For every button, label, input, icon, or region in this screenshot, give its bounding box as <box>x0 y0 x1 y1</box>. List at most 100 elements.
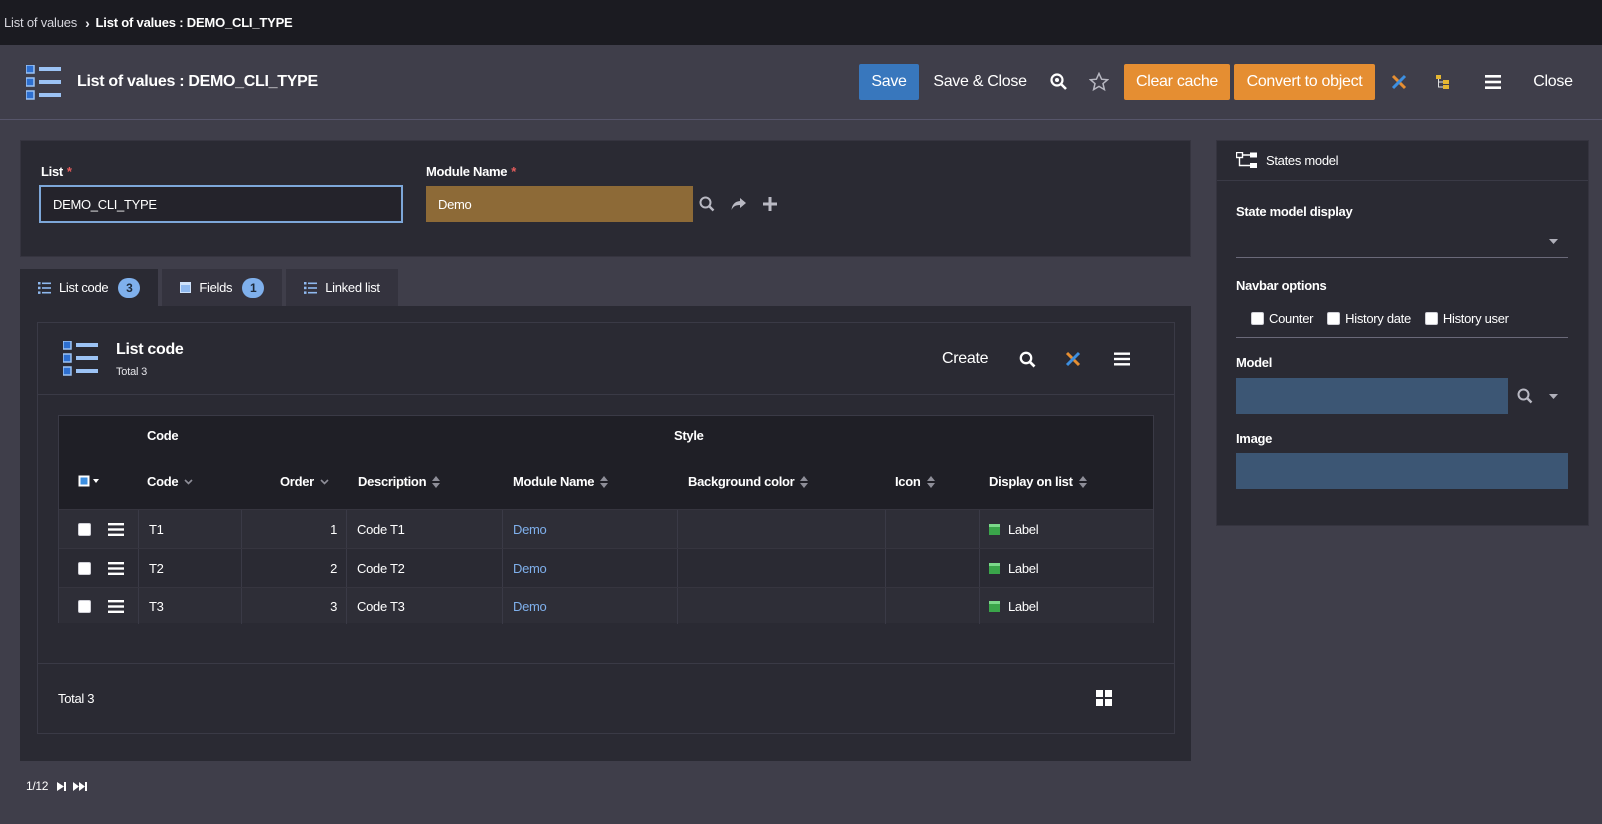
section-subtitle: Total 3 <box>116 366 148 378</box>
table-row[interactable]: T3 3 Code T3 Demo Label <box>59 587 1153 624</box>
table-header: Code Style Code Order Description Module… <box>59 416 1153 509</box>
history-date-option[interactable]: History date <box>1327 311 1411 326</box>
model-field[interactable] <box>1236 378 1508 414</box>
cell-order: 3 <box>330 598 337 614</box>
row-menu-icon[interactable] <box>108 549 124 587</box>
cell-module-link[interactable]: Demo <box>513 510 547 548</box>
save-close-button[interactable]: Save & Close <box>930 64 1030 100</box>
chevron-down-icon[interactable] <box>1543 386 1563 406</box>
sort-icon <box>1078 475 1087 488</box>
tree-icon[interactable] <box>1431 70 1455 94</box>
chevron-right-icon: › <box>85 14 90 31</box>
tools-icon[interactable] <box>1387 70 1411 94</box>
last-record-icon[interactable] <box>73 781 88 792</box>
list-icon <box>25 64 62 104</box>
model-label: Model <box>1236 355 1273 370</box>
counter-option[interactable]: Counter <box>1251 311 1313 326</box>
zoom-search-icon[interactable] <box>1047 70 1071 94</box>
label-icon <box>989 600 1000 612</box>
menu-icon[interactable] <box>1112 349 1132 369</box>
pager-position: 1/12 <box>26 779 49 793</box>
sort-icon <box>926 475 935 488</box>
breadcrumb-parent-link[interactable]: List of values <box>4 15 77 30</box>
form-panel: List * DEMO_CLI_TYPE Module Name * Demo <box>20 140 1191 257</box>
list-icon <box>304 281 318 294</box>
star-icon[interactable] <box>1087 70 1111 94</box>
group-header-code: Code <box>147 428 179 443</box>
cell-module-link[interactable]: Demo <box>513 588 547 624</box>
states-model-header: States model <box>1217 141 1588 181</box>
column-header-icon[interactable]: Icon <box>895 474 935 489</box>
cell-display-on-list: Label <box>989 549 1039 587</box>
list-label: List * <box>41 164 72 179</box>
share-icon[interactable] <box>729 194 749 214</box>
list-icon <box>63 341 98 376</box>
grid-view-icon[interactable] <box>1094 688 1114 708</box>
list-icon <box>38 281 51 294</box>
column-header-code[interactable]: Code <box>147 474 193 489</box>
column-header-description[interactable]: Description <box>358 474 441 489</box>
tab-linked-list[interactable]: Linked list <box>286 269 398 306</box>
column-header-module-name[interactable]: Module Name <box>513 474 609 489</box>
column-header-order[interactable]: Order <box>280 474 329 489</box>
chevron-down-icon <box>1549 239 1558 244</box>
list-code-footer: Total 3 <box>38 663 1174 733</box>
state-model-display-select[interactable] <box>1236 225 1568 257</box>
tab-fields[interactable]: Fields 1 <box>162 269 283 306</box>
create-button[interactable]: Create <box>942 350 989 368</box>
next-record-icon[interactable] <box>56 781 67 792</box>
cell-code: T2 <box>149 560 164 576</box>
group-header-style: Style <box>674 428 704 443</box>
tab-bar: List code 3 Fields 1 Linked list <box>20 269 402 306</box>
cell-module-link[interactable]: Demo <box>513 549 547 587</box>
row-checkbox[interactable] <box>78 549 91 587</box>
cell-order: 2 <box>330 560 337 576</box>
cell-code: T1 <box>149 521 164 537</box>
search-icon[interactable] <box>1515 386 1535 406</box>
row-checkbox[interactable] <box>78 588 91 624</box>
cell-code: T3 <box>149 598 164 614</box>
save-button[interactable]: Save <box>859 64 919 100</box>
list-code-header: List code Total 3 Create <box>38 323 1174 395</box>
states-model-icon <box>1236 152 1257 168</box>
table-row[interactable]: T1 1 Code T1 Demo Label <box>59 509 1153 548</box>
search-icon[interactable] <box>697 194 717 214</box>
cell-display-on-list: Label <box>989 588 1039 624</box>
page-header: List of values : DEMO_CLI_TYPE Save Save… <box>0 45 1602 120</box>
list-code-table: Code Style Code Order Description Module… <box>58 415 1154 624</box>
row-menu-icon[interactable] <box>108 588 124 624</box>
section-title: List code <box>116 341 184 358</box>
image-label: Image <box>1236 431 1273 446</box>
close-button[interactable]: Close <box>1528 64 1578 100</box>
cell-display-on-list: Label <box>989 510 1039 548</box>
column-header-display-on-list[interactable]: Display on list <box>989 474 1087 489</box>
row-checkbox[interactable] <box>78 510 91 548</box>
tools-icon[interactable] <box>1063 349 1083 369</box>
column-header-background-color[interactable]: Background color <box>688 474 809 489</box>
cell-description: Code T2 <box>357 560 405 576</box>
total-count: Total 3 <box>58 691 95 706</box>
clear-cache-button[interactable]: Clear cache <box>1124 64 1230 100</box>
states-model-panel: States model State model display Navbar … <box>1216 140 1589 526</box>
table-row[interactable]: T2 2 Code T2 Demo Label <box>59 548 1153 587</box>
add-icon[interactable] <box>760 194 780 214</box>
navbar-options-label: Navbar options <box>1236 278 1327 293</box>
menu-icon[interactable] <box>1481 70 1505 94</box>
sort-icon <box>800 475 809 488</box>
cell-description: Code T3 <box>357 598 405 614</box>
convert-to-object-button[interactable]: Convert to object <box>1234 64 1375 100</box>
module-name-field[interactable]: Demo <box>426 186 693 222</box>
search-icon[interactable] <box>1017 349 1037 369</box>
cell-order: 1 <box>330 521 337 537</box>
chevron-down-icon <box>320 478 329 485</box>
list-field[interactable]: DEMO_CLI_TYPE <box>39 185 403 223</box>
row-menu-icon[interactable] <box>108 510 124 548</box>
breadcrumb-current: List of values : DEMO_CLI_TYPE <box>95 15 293 30</box>
record-pager: 1/12 <box>26 779 88 793</box>
tab-list-code[interactable]: List code 3 <box>20 269 159 306</box>
history-user-option[interactable]: History user <box>1424 311 1509 326</box>
count-badge: 3 <box>118 277 141 298</box>
image-field[interactable] <box>1236 453 1568 489</box>
select-all-checkbox[interactable] <box>78 474 102 488</box>
chevron-down-icon <box>184 478 193 485</box>
